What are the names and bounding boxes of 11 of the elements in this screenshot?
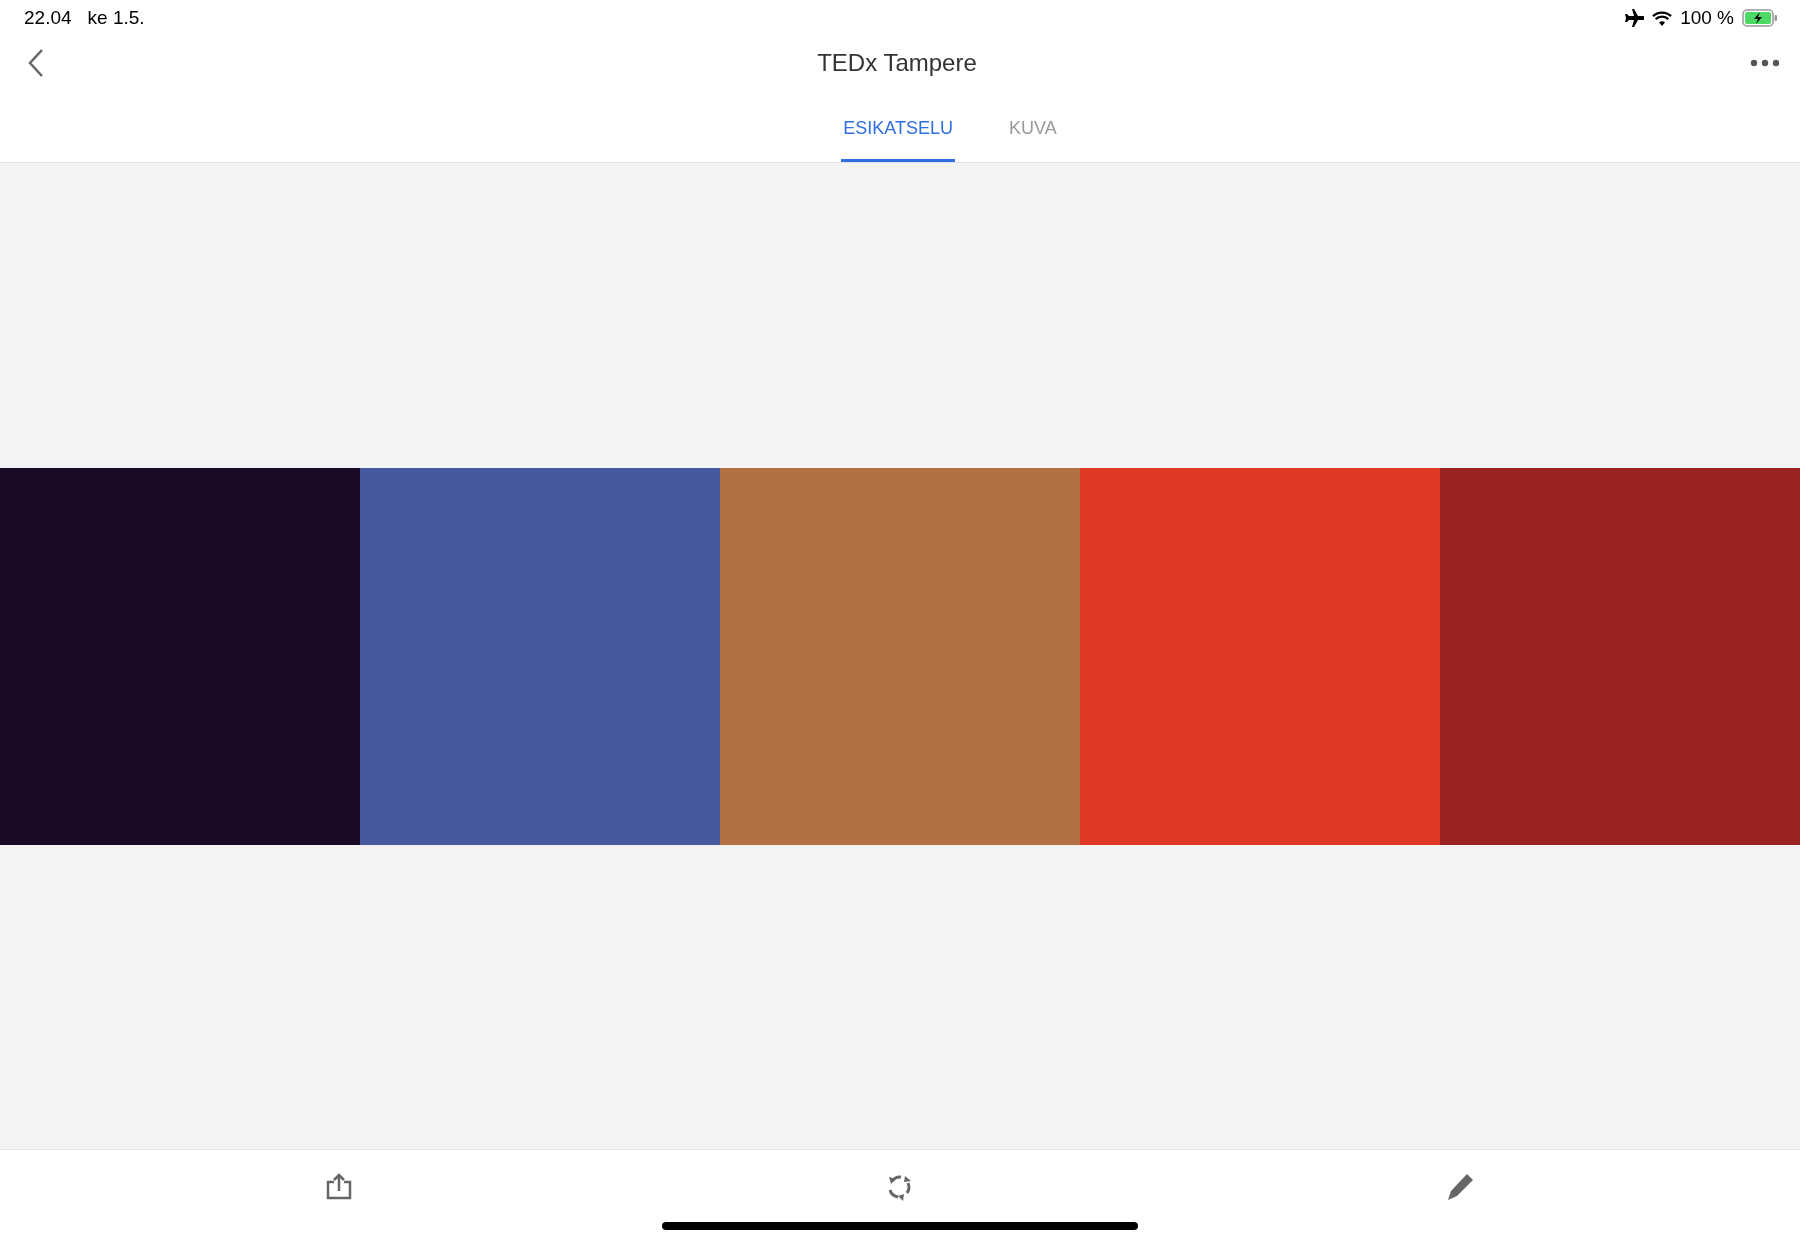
status-date: ke 1.5.	[87, 7, 145, 29]
battery-charging-icon	[1742, 9, 1778, 27]
back-icon[interactable]	[28, 48, 44, 78]
page-title: TEDx Tampere	[817, 49, 977, 77]
share-icon[interactable]	[325, 1172, 354, 1200]
status-time: 22.04	[24, 7, 72, 29]
wifi-icon	[1652, 10, 1673, 26]
battery-percent: 100 %	[1680, 7, 1734, 29]
more-icon[interactable]	[1750, 59, 1780, 67]
tab[interactable]: KUVA	[1007, 118, 1059, 162]
airplane-icon	[1624, 9, 1645, 27]
